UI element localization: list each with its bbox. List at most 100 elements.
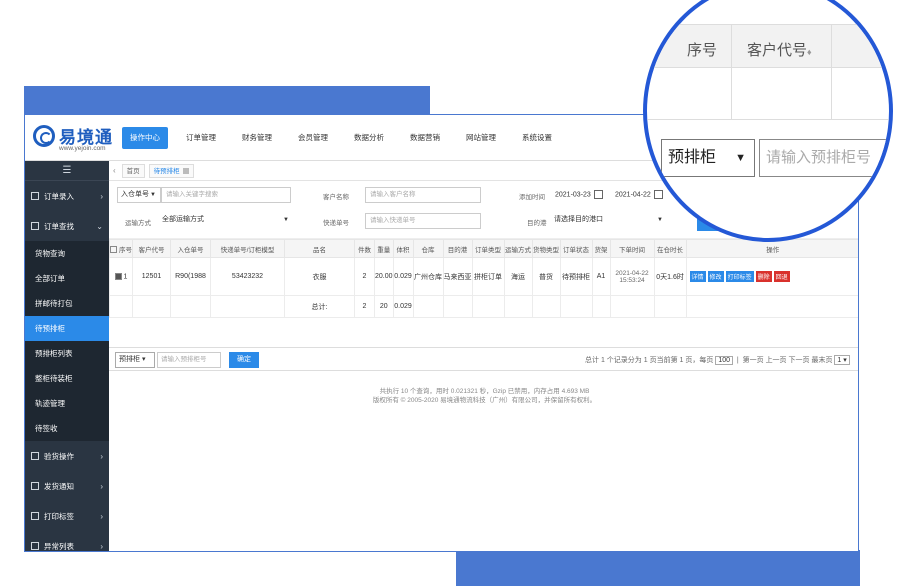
nav-marketing[interactable]: 数据营销 (402, 127, 448, 149)
page-size-input[interactable]: 100 (715, 356, 733, 365)
menu-toggle-icon[interactable]: ☰ (25, 161, 109, 181)
col-index[interactable]: 序号 (109, 239, 133, 258)
first-page-link[interactable]: 第一页 (743, 357, 764, 364)
sidebar-group-order-search[interactable]: 订单查找 ⌄ (25, 211, 109, 241)
nav-website[interactable]: 网站管理 (458, 127, 504, 149)
nav-operation-center[interactable]: 操作中心 (122, 127, 168, 149)
preload-select-value: 预排柜 (119, 356, 140, 363)
date-from-field[interactable]: 2021-03-23 (555, 190, 603, 199)
order-type-value: 入仓单号 (121, 191, 149, 198)
sidebar-group-print-labels[interactable]: 打印标签 › (25, 501, 109, 531)
confirm-button[interactable]: 确定 (229, 352, 259, 368)
list-icon (31, 452, 39, 460)
sidebar-item-cargo-query[interactable]: 货物查询 (25, 241, 109, 266)
nav-order-management[interactable]: 订单管理 (178, 127, 224, 149)
chevron-right-icon: › (100, 451, 103, 461)
nav-members[interactable]: 会员管理 (290, 127, 336, 149)
sidebar-item-container-pending[interactable]: 整柜待装柜 (25, 366, 109, 391)
nav-analytics[interactable]: 数据分析 (346, 127, 392, 149)
footer-stats: 共执行 10 个查询，用时 0.021321 秒，Gzip 已禁用，内存占用 4… (379, 388, 590, 395)
sidebar: ☰ 订单录入 › 订单查找 ⌄ 货物查询 全部订单 拼邮待打包 待预排柜 预排柜… (25, 161, 109, 551)
col-weight[interactable]: 重量 (374, 239, 394, 258)
total-row: 总计: 2 20 0.029 (109, 295, 858, 318)
keyword-input[interactable]: 请输入关键字搜索 (161, 187, 291, 203)
col-product: 品名 (284, 239, 355, 258)
sidebar-item-pending-sign[interactable]: 待签收 (25, 416, 109, 441)
sidebar-group-exceptions[interactable]: 异常列表 › (25, 531, 109, 551)
cell-shipping: 海运 (503, 257, 533, 296)
port-value: 请选择目的港口 (554, 216, 603, 223)
close-icon[interactable] (182, 167, 189, 174)
col-pieces[interactable]: 件数 (354, 239, 375, 258)
orders-table: 序号 客户代号 入仓单号 快递单号/订柜模型 品名 件数 重量 体积 仓库 目的… (109, 239, 858, 318)
cell-cargo-type: 普货 (531, 257, 561, 296)
next-page-link[interactable]: 下一页 (789, 357, 810, 364)
page-select[interactable]: 1 ▾ (834, 355, 850, 365)
col-cargo-type: 货物类型 (531, 239, 561, 258)
cell-entry-no: R90(1988 (170, 257, 211, 296)
zoom-preload-select: 预排柜 ▼ (661, 139, 755, 177)
caret-down-icon: ▼ (735, 152, 746, 164)
cell-index[interactable]: 1 (109, 257, 133, 296)
col-order-time[interactable]: 下单时间 (609, 239, 655, 258)
order-type-select[interactable]: 入仓单号 ▼ (117, 187, 161, 203)
sidebar-group-label: 订单录入 (44, 191, 74, 201)
col-volume: 体积 (392, 239, 414, 258)
list-icon (31, 542, 39, 550)
cell-status: 待预排柜 (559, 257, 593, 296)
calendar-icon[interactable] (593, 190, 603, 199)
detail-button[interactable]: 详情 (689, 271, 706, 282)
col-entry-no[interactable]: 入仓单号 (170, 239, 211, 258)
col-label: 序号 (119, 246, 132, 254)
sidebar-item-pending-preload[interactable]: 待预排柜 (25, 316, 109, 341)
total-pieces: 2 (354, 295, 375, 318)
tab-home[interactable]: 首页 (121, 163, 145, 178)
chevron-left-icon[interactable]: ‹ (113, 166, 116, 175)
cell-customer-code: 12501 (132, 257, 171, 296)
prev-page-link[interactable]: 上一页 (766, 357, 787, 364)
tab-pending-preload[interactable]: 待预排柜 (148, 163, 194, 178)
sidebar-group-label: 异常列表 (44, 541, 74, 551)
print-label-button[interactable]: 打印标签 (725, 271, 754, 282)
preload-select[interactable]: 预排柜 ▾ (115, 352, 155, 368)
logo-url: www.yejoin.com (59, 145, 106, 152)
nav-finance[interactable]: 财务管理 (234, 127, 280, 149)
select-all-checkbox[interactable] (110, 246, 117, 254)
sidebar-group-inspection[interactable]: 验货操作 › (25, 441, 109, 471)
rollback-button[interactable]: 回退 (773, 271, 790, 282)
preload-number-input[interactable]: 请输入预排柜号 (157, 352, 221, 368)
chevron-right-icon: › (100, 481, 103, 491)
delete-button[interactable]: 删除 (755, 271, 772, 282)
cell-shelf: A1 (591, 257, 611, 296)
last-page-link[interactable]: 最末页 (811, 357, 832, 364)
shipping-value: 全部运输方式 (162, 216, 204, 223)
customer-input[interactable]: 请输入客户名称 (365, 187, 481, 203)
customer-label: 客户名称 (323, 194, 349, 201)
sidebar-item-tracking[interactable]: 轨迹管理 (25, 391, 109, 416)
list-icon (31, 512, 39, 520)
sidebar-item-preload-list[interactable]: 预排柜列表 (25, 341, 109, 366)
zoom-col-label: 客户代号 (747, 42, 808, 59)
cell-index-value: 1 (123, 273, 128, 281)
col-customer-code[interactable]: 客户代号 (132, 239, 171, 258)
nav-settings[interactable]: 系统设置 (514, 127, 560, 149)
cell-weight: 20.00 (374, 257, 394, 296)
express-label: 快递单号 (323, 220, 349, 227)
sidebar-group-shipping-notice[interactable]: 发货通知 › (25, 471, 109, 501)
table-header-row: 序号 客户代号 入仓单号 快递单号/订柜模型 品名 件数 重量 体积 仓库 目的… (109, 239, 858, 258)
pager-row: 预排柜 ▾ 请输入预排柜号 确定 总计 1 个记录分为 1 页当前第 1 页，每… (109, 347, 858, 371)
edit-button[interactable]: 修改 (707, 271, 724, 282)
cell-volume: 0.029 (392, 257, 414, 296)
zoom-table-row (647, 68, 889, 120)
sidebar-group-order-entry[interactable]: 订单录入 › (25, 181, 109, 211)
row-checkbox[interactable] (114, 272, 122, 280)
sidebar-group-label: 订单查找 (44, 221, 74, 231)
main-nav: 操作中心 订单管理 财务管理 会员管理 数据分析 数据营销 网站管理 系统设置 (122, 127, 570, 149)
logo[interactable]: 易境通 www.yejoin.com (33, 123, 125, 157)
sidebar-item-pending-pack[interactable]: 拼邮待打包 (25, 291, 109, 316)
shipping-select[interactable]: 全部运输方式 ▼ (159, 213, 293, 229)
col-shelf[interactable]: 货架 (591, 239, 611, 258)
col-ops: 操作 (685, 239, 858, 258)
sidebar-item-all-orders[interactable]: 全部订单 (25, 266, 109, 291)
express-input[interactable]: 请输入快递单号 (365, 213, 481, 229)
